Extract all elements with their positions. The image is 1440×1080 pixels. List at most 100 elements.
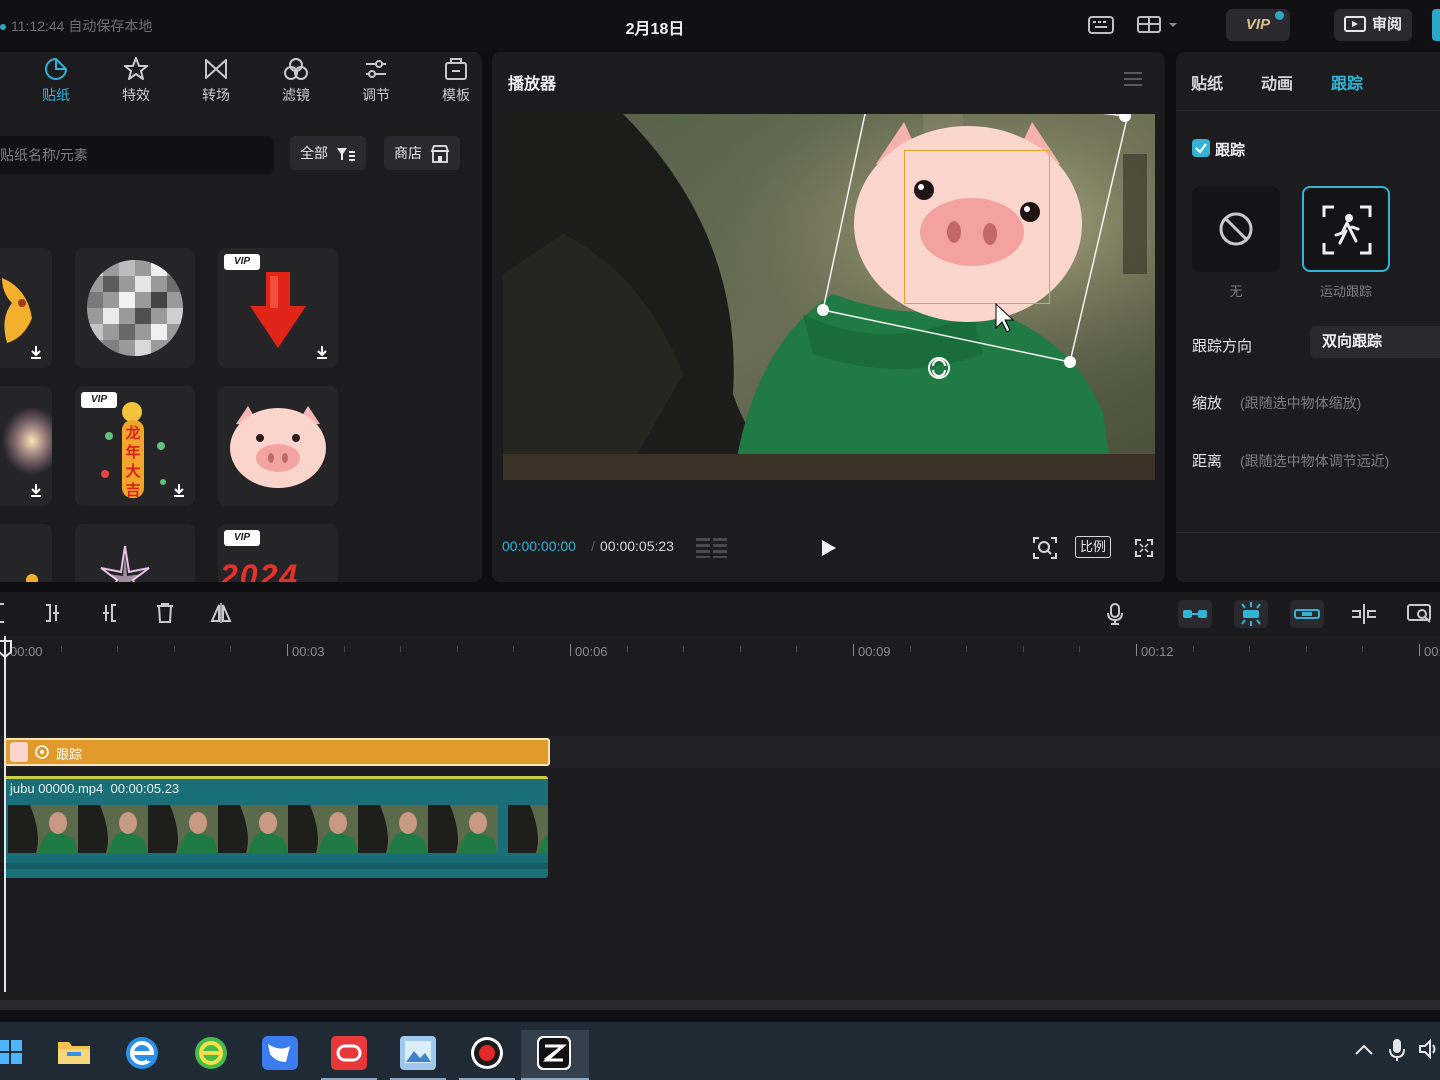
- fullscreen-icon[interactable]: [1134, 538, 1154, 558]
- sticker-tile-pig-face[interactable]: [218, 386, 338, 506]
- clip-thumbnail: [428, 805, 498, 853]
- tab-label: 特效: [122, 87, 150, 103]
- vip-tag: VIP: [224, 254, 260, 270]
- project-title[interactable]: 2月18日: [600, 15, 710, 39]
- filter-all-button[interactable]: 全部: [290, 136, 366, 170]
- taskbar-obs[interactable]: [459, 1030, 515, 1080]
- export-button[interactable]: [1432, 9, 1440, 41]
- pig-thumbnail-icon: [10, 742, 28, 762]
- vip-button[interactable]: VIP: [1226, 9, 1290, 41]
- sticker-transform-frame[interactable]: [503, 114, 1155, 480]
- taskbar-recorder[interactable]: [321, 1030, 377, 1080]
- effects-icon: [124, 57, 148, 80]
- aspect-ratio-button[interactable]: 比例: [1075, 536, 1111, 558]
- sticker-tile-mosaic[interactable]: [75, 248, 195, 368]
- clip-thumbnail: [8, 805, 78, 853]
- microphone-icon[interactable]: [1105, 602, 1125, 626]
- sticker-tile-dragon-year[interactable]: VIP 龙年大吉: [75, 386, 195, 506]
- tab-adjust[interactable]: 调节: [346, 56, 406, 110]
- video-clip[interactable]: jubu 00000.mp4 00:00:05.23: [4, 776, 548, 878]
- timeline-zoom-icon[interactable]: [1406, 602, 1434, 626]
- tracking-mode-none-label: 无: [1229, 284, 1243, 299]
- timeline[interactable]: 00:00 00:03 00:06 00:09 00:12 00: 跟踪 jub…: [0, 636, 1440, 1000]
- tab-templates[interactable]: 模板: [426, 56, 482, 110]
- review-label: 审阅: [1372, 16, 1403, 33]
- windows-start-icon: [0, 1040, 22, 1064]
- sticker-tile-dragon[interactable]: [0, 248, 52, 368]
- ruler-label: 00:06: [575, 644, 608, 659]
- menu-icon[interactable]: [1124, 72, 1142, 86]
- tracking-mode-motion[interactable]: [1302, 186, 1390, 272]
- filter-funnel-icon: [336, 148, 355, 162]
- folder-icon: [58, 1042, 90, 1064]
- tab-stickers[interactable]: 贴纸: [26, 56, 86, 110]
- time-separator: /: [591, 538, 595, 554]
- zoom-fit-icon[interactable]: [1032, 536, 1058, 560]
- library-tabs: 贴纸 特效 转场 滤镜 调节 模板: [0, 52, 482, 110]
- delete-icon[interactable]: [154, 602, 176, 624]
- download-icon[interactable]: [28, 344, 44, 360]
- sticker-tile-glow-heart[interactable]: [0, 386, 52, 506]
- main-track-magnet-toggle[interactable]: [1290, 600, 1324, 628]
- auto-snap-toggle[interactable]: [1234, 600, 1268, 628]
- playhead[interactable]: [0, 636, 12, 992]
- timeline-scrollbar[interactable]: [0, 1000, 1440, 1010]
- waveform-icon[interactable]: [696, 536, 728, 558]
- taskbar-capcut[interactable]: [521, 1030, 589, 1080]
- sticker-tile-2024[interactable]: VIP 2024: [218, 524, 338, 582]
- panel-divider: [1176, 532, 1440, 533]
- store-label: 商店: [394, 145, 422, 161]
- taskbar-feishu[interactable]: [252, 1030, 308, 1078]
- tracking-mode-none[interactable]: [1192, 186, 1280, 272]
- store-button[interactable]: 商店: [384, 136, 460, 170]
- play-icon[interactable]: [820, 538, 838, 558]
- split-right-icon[interactable]: [98, 602, 120, 624]
- tab-tracking[interactable]: 跟踪: [1331, 70, 1363, 94]
- tray-volume-icon[interactable]: [1418, 1038, 1440, 1060]
- sticker-clip[interactable]: 跟踪: [4, 738, 550, 766]
- tray-chevron-up-icon[interactable]: [1354, 1042, 1374, 1056]
- tracking-checkbox-label: 跟踪: [1215, 142, 1246, 159]
- download-icon[interactable]: [28, 482, 44, 498]
- checkmark-icon: [1195, 143, 1207, 154]
- tab-effects[interactable]: 特效: [106, 56, 166, 110]
- motion-tracking-icon: [1322, 205, 1372, 255]
- start-button[interactable]: [0, 1030, 36, 1078]
- filter-label: 全部: [300, 145, 328, 161]
- sticker-search-input[interactable]: 贴纸名称/元素: [0, 136, 274, 174]
- tab-filters[interactable]: 滤镜: [266, 56, 326, 110]
- sticker-tile-red-arrow[interactable]: VIP: [218, 248, 338, 368]
- notification-dot-icon: [1275, 11, 1284, 20]
- tab-transitions[interactable]: 转场: [186, 56, 246, 110]
- taskbar-360-browser[interactable]: [183, 1030, 239, 1078]
- mirror-icon[interactable]: [210, 602, 232, 624]
- tab-animation[interactable]: 动画: [1261, 70, 1293, 94]
- tracking-checkbox[interactable]: [1192, 139, 1210, 157]
- link-clips-toggle[interactable]: [1178, 600, 1212, 628]
- clip-thumbnail: [78, 805, 148, 853]
- clip-thumbnail: [148, 805, 218, 853]
- tracking-direction-select[interactable]: 双向跟踪: [1310, 326, 1440, 358]
- preview-axis-icon[interactable]: [1350, 602, 1378, 626]
- select-tool-icon[interactable]: [0, 602, 8, 624]
- ruler-tick: [853, 644, 854, 656]
- taskbar-file-explorer[interactable]: [46, 1030, 102, 1078]
- browser-e-icon: [126, 1037, 158, 1069]
- layout-switch-icon[interactable]: [1136, 12, 1182, 38]
- ruler-tick: [570, 644, 571, 656]
- taskbar-browser[interactable]: [114, 1030, 170, 1078]
- current-timecode: 00:00:00:00: [502, 538, 576, 554]
- sticker-tile-sparkle-star[interactable]: [75, 524, 195, 582]
- image-app-icon: [400, 1036, 436, 1070]
- sticker-tile-partial[interactable]: [0, 524, 52, 582]
- review-button[interactable]: 审阅: [1334, 9, 1412, 41]
- keyboard-shortcuts-icon[interactable]: [1087, 12, 1115, 38]
- download-icon[interactable]: [171, 482, 187, 498]
- tab-sticker-props[interactable]: 贴纸: [1191, 70, 1223, 94]
- download-icon[interactable]: [314, 344, 330, 360]
- video-preview[interactable]: [503, 114, 1155, 480]
- taskbar-screenshot-tool[interactable]: [390, 1030, 446, 1080]
- tray-microphone-icon[interactable]: [1388, 1038, 1406, 1062]
- split-left-icon[interactable]: [42, 602, 64, 624]
- playhead-handle-icon[interactable]: [0, 640, 12, 658]
